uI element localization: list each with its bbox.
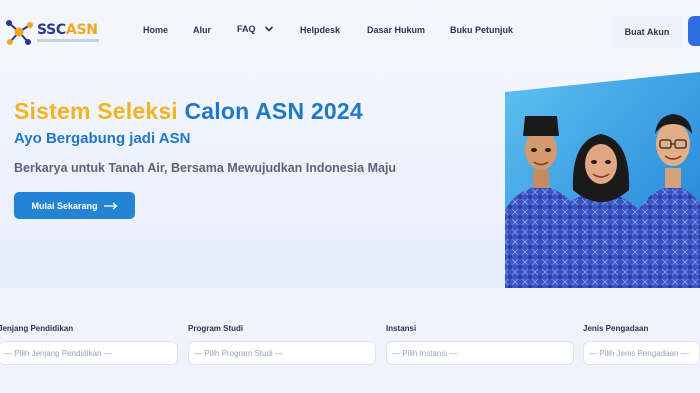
filter-label-jenjang: Jenjang Pendidikan xyxy=(0,324,74,333)
mulai-sekarang-button[interactable]: Mulai Sekarang xyxy=(14,192,135,219)
hero-subtitle: Ayo Bergabung jadi ASN xyxy=(14,130,191,147)
masuk-button[interactable] xyxy=(688,16,700,46)
jenis-pengadaan-select[interactable]: — Pilih Jenis Pengadaan — xyxy=(583,341,700,365)
hero-title: Sistem Seleksi Calon ASN 2024 xyxy=(14,98,363,125)
nav-faq-label: FAQ xyxy=(237,24,256,34)
chevron-down-icon xyxy=(264,26,273,32)
mulai-sekarang-label: Mulai Sekarang xyxy=(31,200,98,211)
network-logo-icon xyxy=(6,20,33,45)
filter-section: Jenjang Pendidikan — Pilih Jenjang Pendi… xyxy=(0,288,700,393)
brand-name: SSCASN xyxy=(37,23,99,42)
hero-title-part2: Calon ASN 2024 xyxy=(184,98,363,124)
instansi-select[interactable]: — Pilih Instansi — xyxy=(386,341,574,365)
brand-asn: ASN xyxy=(65,21,98,38)
filter-label-jenis-pengadaan: Jenis Pengadaan xyxy=(583,324,649,333)
hero-asn-illustration xyxy=(505,72,700,288)
buat-akun-button[interactable]: Buat Akun xyxy=(612,16,682,48)
nav-home[interactable]: Home xyxy=(143,25,168,35)
filter-label-instansi: Instansi xyxy=(386,324,417,333)
jenjang-pendidikan-select[interactable]: — Pilih Jenjang Pendidikan — xyxy=(0,341,178,365)
program-studi-select[interactable]: — Pilih Program Studi — xyxy=(188,341,376,365)
brand-ssc: SSC xyxy=(37,21,66,38)
brand-tagline-strip xyxy=(37,38,99,42)
nav-faq[interactable]: FAQ xyxy=(237,24,274,34)
hero-section: Sistem Seleksi Calon ASN 2024 Ayo Bergab… xyxy=(0,64,700,288)
hero-tagline: Berkarya untuk Tanah Air, Bersama Mewuju… xyxy=(14,161,397,175)
arrow-right-icon xyxy=(103,202,118,209)
nav-alur[interactable]: Alur xyxy=(193,25,211,35)
hero-title-part1: Sistem Seleksi xyxy=(14,98,178,124)
navbar: SSCASN Home Alur FAQ Helpdesk Dasar Huku… xyxy=(0,0,700,64)
nav-dasar-hukum[interactable]: Dasar Hukum xyxy=(367,25,425,35)
nav-helpdesk[interactable]: Helpdesk xyxy=(300,25,340,35)
nav-buku-petunjuk[interactable]: Buku Petunjuk xyxy=(450,25,513,35)
brand-logo[interactable]: SSCASN xyxy=(4,16,104,48)
filter-label-program-studi: Program Studi xyxy=(188,324,244,333)
